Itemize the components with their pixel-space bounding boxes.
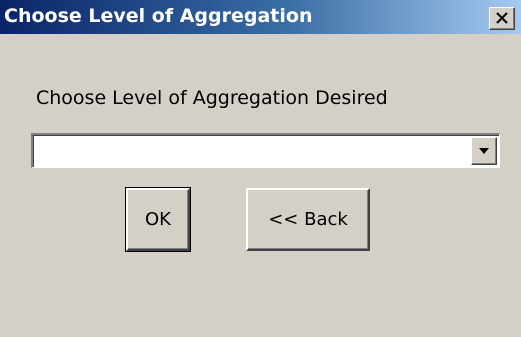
back-button[interactable]: << Back bbox=[246, 188, 370, 251]
close-button[interactable] bbox=[489, 7, 515, 30]
title-bar: Choose Level of Aggregation bbox=[0, 0, 521, 34]
dialog-window: Choose Level of Aggregation Choose Level… bbox=[0, 0, 521, 337]
chevron-down-icon bbox=[479, 148, 489, 154]
close-icon bbox=[496, 12, 508, 24]
window-title: Choose Level of Aggregation bbox=[4, 5, 313, 27]
ok-button[interactable]: OK bbox=[125, 187, 191, 252]
aggregation-level-dropdown[interactable] bbox=[31, 133, 500, 168]
prompt-label: Choose Level of Aggregation Desired bbox=[36, 87, 388, 109]
dropdown-arrow-button[interactable] bbox=[471, 137, 497, 165]
